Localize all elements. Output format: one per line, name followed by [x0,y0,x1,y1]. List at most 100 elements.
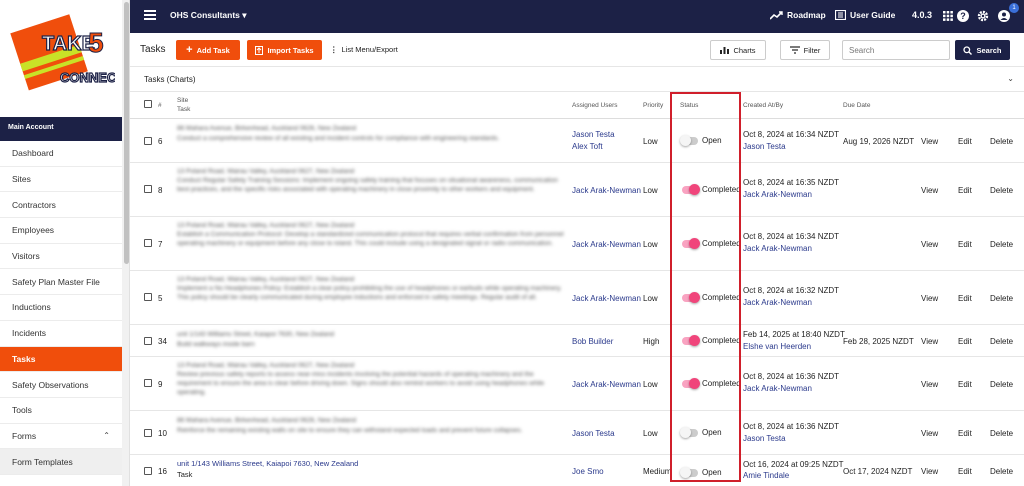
chevron-down-icon[interactable]: ⌄ [1007,74,1014,83]
status-toggle[interactable]: Open [680,426,722,438]
delete-link[interactable]: Delete [990,186,1013,195]
view-link[interactable]: View [921,467,938,476]
edit-link[interactable]: Edit [958,429,972,438]
delete-link[interactable]: Delete [990,337,1013,346]
row-checkbox[interactable] [144,467,152,475]
help-icon[interactable]: ? [957,10,969,22]
filter-button[interactable]: Filter [780,40,830,60]
sidebar-item-inductions[interactable]: Inductions [0,295,122,321]
chevron-up-icon[interactable]: ⌃ [103,431,110,440]
sidebar-item-tools[interactable]: Tools [0,398,122,424]
status-toggle[interactable]: Completed [682,334,741,346]
assigned-user-link[interactable]: Alex Toft [572,142,603,151]
toggle-switch[interactable] [682,183,700,195]
created-by-link[interactable]: Elshe van Heerden [743,342,811,351]
row-checkbox[interactable] [144,185,152,193]
assigned-user-link[interactable]: Joe Smo [572,467,604,476]
sidebar-scrollbar-thumb[interactable] [124,2,129,264]
edit-link[interactable]: Edit [958,467,972,476]
toggle-switch[interactable] [680,134,698,146]
row-checkbox[interactable] [144,239,152,247]
created-by-link[interactable]: Jack Arak-Newman [743,190,812,199]
search-input[interactable] [842,40,950,60]
edit-link[interactable]: Edit [958,240,972,249]
row-checkbox[interactable] [144,379,152,387]
sidebar-item-form-templates[interactable]: Form Templates [0,449,122,475]
user-account-icon[interactable] [998,10,1010,22]
status-toggle[interactable]: Open [680,134,722,146]
assigned-user-link[interactable]: Jason Testa [572,130,615,139]
select-all-checkbox[interactable] [144,100,152,108]
row-checkbox[interactable] [144,137,152,145]
sidebar-item-visitors[interactable]: Visitors [0,244,122,270]
user-guide-link[interactable]: User Guide [835,10,895,20]
sidebar-item-dashboard[interactable]: Dashboard [0,141,122,167]
assigned-user-link[interactable]: Bob Builder [572,337,613,346]
created-by-link[interactable]: Jason Testa [743,434,786,443]
toggle-switch[interactable] [682,377,700,389]
status-toggle[interactable]: Completed [682,183,741,195]
view-link[interactable]: View [921,380,938,389]
hamburger-menu-icon[interactable] [144,10,156,20]
list-menu-export[interactable]: ⋮ List Menu/Export [330,45,398,54]
delete-link[interactable]: Delete [990,240,1013,249]
assigned-user-link[interactable]: Jack Arak-Newman [572,186,641,195]
sidebar-item-safety-observations[interactable]: Safety Observations [0,372,122,398]
view-link[interactable]: View [921,337,938,346]
row-checkbox[interactable] [144,337,152,345]
sidebar-item-incidents[interactable]: Incidents [0,321,122,347]
status-toggle[interactable]: Completed [682,377,741,389]
assigned-user-link[interactable]: Jack Arak-Newman [572,240,641,249]
assigned-user-link[interactable]: Jason Testa [572,429,615,438]
sidebar-item-tasks[interactable]: Tasks [0,346,122,373]
add-task-button[interactable]: + Add Task [176,40,240,60]
edit-link[interactable]: Edit [958,380,972,389]
assigned-user-link[interactable]: Jack Arak-Newman [572,380,641,389]
assigned-user-link[interactable]: Jack Arak-Newman [572,294,641,303]
gear-icon[interactable] [977,10,989,22]
charts-button[interactable]: Charts [710,40,766,60]
delete-link[interactable]: Delete [990,429,1013,438]
delete-link[interactable]: Delete [990,380,1013,389]
sidebar-item-safety-plan-master-file[interactable]: Safety Plan Master File [0,269,122,296]
view-link[interactable]: View [921,294,938,303]
site-address[interactable]: unit 1/143 Williams Street, Kaiapoi 7630… [177,459,358,468]
tasks-charts-panel[interactable]: Tasks (Charts) ⌄ [130,67,1024,92]
delete-link[interactable]: Delete [990,137,1013,146]
sidebar-item-forms[interactable]: Forms ⌃ [0,424,122,450]
sidebar-item-contractors[interactable]: Contractors [0,192,122,219]
toggle-switch[interactable] [680,426,698,438]
status-toggle[interactable]: Completed [682,291,741,303]
view-link[interactable]: View [921,137,938,146]
row-checkbox[interactable] [144,293,152,301]
org-selector[interactable]: OHS Consultants ▾ [170,10,247,21]
created-by-link[interactable]: Jason Testa [743,142,786,151]
created-by-link[interactable]: Jack Arak-Newman [743,244,812,253]
status-toggle[interactable]: Open [680,466,722,478]
toggle-switch[interactable] [680,466,698,478]
sidebar-item-sites[interactable]: Sites [0,167,122,193]
view-link[interactable]: View [921,240,938,249]
status-toggle[interactable]: Completed [682,237,741,249]
toggle-switch[interactable] [682,334,700,346]
apps-grid-icon[interactable] [943,11,953,21]
edit-link[interactable]: Edit [958,137,972,146]
toggle-switch[interactable] [682,291,700,303]
view-link[interactable]: View [921,429,938,438]
created-by-link[interactable]: Jack Arak-Newman [743,384,812,393]
roadmap-link[interactable]: Roadmap [770,10,826,20]
delete-link[interactable]: Delete [990,467,1013,476]
toggle-switch[interactable] [682,237,700,249]
row-checkbox[interactable] [144,429,152,437]
created-by-link[interactable]: Jack Arak-Newman [743,298,812,307]
edit-link[interactable]: Edit [958,337,972,346]
delete-link[interactable]: Delete [990,294,1013,303]
sidebar-item-employees[interactable]: Employees [0,218,122,244]
search-button[interactable]: Search [955,40,1010,60]
edit-link[interactable]: Edit [958,294,972,303]
edit-link[interactable]: Edit [958,186,972,195]
created-by-link[interactable]: Amie Tindale [743,471,789,480]
import-tasks-button[interactable]: Import Tasks [247,40,322,60]
header-number: # [158,102,162,109]
view-link[interactable]: View [921,186,938,195]
